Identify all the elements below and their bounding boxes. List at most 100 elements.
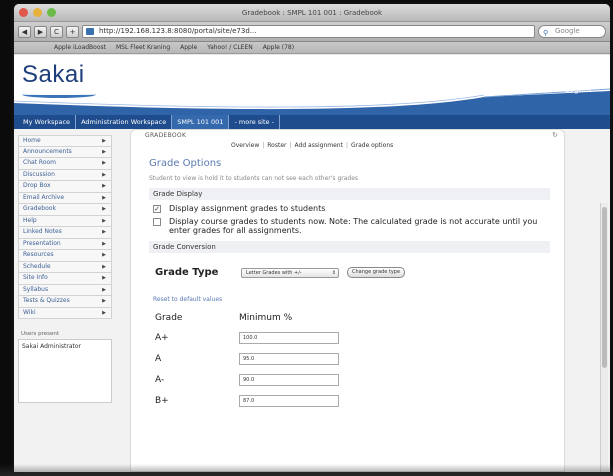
chevron-right-icon: ▶	[102, 240, 106, 247]
bookmark-item[interactable]: Apple	[180, 44, 197, 51]
scrollbar-thumb[interactable]	[602, 207, 607, 369]
window-title: Gradebook : SMPL 101 001 : Gradebook	[241, 8, 383, 17]
chevron-right-icon: ▶	[102, 206, 106, 212]
bookmark-item[interactable]: Yahoo! / CLEEN	[207, 44, 253, 51]
subnav-separator: |	[289, 142, 292, 149]
grade-letter: A	[155, 353, 162, 364]
grade-type-value: Letter Grades with +/-	[246, 269, 302, 276]
tool-menu-item[interactable]: Linked Notes ▶	[18, 227, 112, 239]
tool-menu-item[interactable]: Gradebook ▶	[18, 204, 112, 216]
tool-menu-item[interactable]: Drop Box ▶	[18, 181, 112, 193]
subnav-add-assignment[interactable]: Add assignment	[295, 142, 343, 149]
bookmark-item[interactable]: Apple (78)	[263, 44, 294, 51]
table-row: B+ 87.0	[149, 390, 489, 411]
tool-menu-item[interactable]: Home ▶	[18, 135, 112, 147]
address-bar[interactable]: http://192.168.123.8:8080/portal/site/e7…	[82, 25, 535, 38]
users-present-list: Sakai Administrator	[18, 339, 112, 403]
reload-button[interactable]: C	[50, 25, 63, 38]
add-bookmark-button[interactable]: +	[66, 25, 79, 38]
subnav-separator: |	[345, 142, 348, 149]
page-scrollbar[interactable]	[600, 203, 608, 472]
tool-menu-item[interactable]: Site Info ▶	[18, 273, 112, 285]
tool-menu-label: Home	[23, 137, 41, 144]
tool-menu-label: Announcements	[23, 147, 72, 155]
grade-letter: B+	[155, 395, 169, 406]
table-row: A+ 100.0	[149, 327, 489, 348]
tool-menu-item[interactable]: Presentation ▶	[18, 238, 112, 250]
grade-conversion-header: Grade Conversion	[149, 241, 550, 253]
tool-menu-item[interactable]: Email Archive ▶	[18, 192, 112, 204]
chevron-right-icon: ▶	[102, 286, 106, 293]
tool-menu-item[interactable]: Chat Room ▶	[18, 158, 112, 170]
tool-menu-label: Tests & Quizzes	[23, 297, 70, 304]
tool-menu-label: Chat Room	[23, 159, 57, 166]
subnav-separator: |	[262, 142, 265, 149]
header-wave-band	[14, 88, 610, 115]
tool-menu-item[interactable]: Wiki ▶	[18, 307, 112, 319]
table-row: A- 90.0	[149, 369, 489, 390]
tool-menu-item[interactable]: Discussion ▶	[18, 169, 112, 181]
chevron-right-icon: ▶	[102, 148, 106, 155]
chevron-right-icon: ▶	[102, 160, 106, 166]
minimum-percent-input[interactable]: 87.0	[239, 394, 339, 407]
grade-type-label: Grade Type	[155, 267, 219, 278]
tool-menu: Home ▶ Announcements ▶ Chat Room ▶ Discussion ▶…	[18, 135, 112, 403]
grade-type-select[interactable]: Letter Grades with +/- ⇕	[241, 267, 339, 278]
chevron-right-icon: ▶	[102, 275, 106, 281]
reset-tool-icon[interactable]: ↻	[552, 131, 558, 139]
minimum-percent-input[interactable]: 100.0	[239, 331, 339, 344]
course-grades-option: Display course grades to students now. N…	[149, 217, 550, 235]
grade-type-row: Grade Type Letter Grades with +/- ⇕ Chan…	[149, 267, 550, 278]
tool-menu-item[interactable]: Resources ▶	[18, 250, 112, 262]
gradebook-portlet: GRADEBOOK ↻ Overview | Roster | Add assignme…	[130, 129, 565, 472]
logo-swoosh-icon	[22, 91, 96, 98]
screenshot-frame: Gradebook : SMPL 101 001 : Gradebook ◀ ▶…	[0, 0, 613, 476]
assignment-grades-label: Display assignment grades to students	[169, 204, 326, 213]
tab-more-sites[interactable]: - more site -	[229, 115, 280, 129]
assignment-grades-option: ✓ Display assignment grades to students	[149, 204, 550, 213]
page-body: Home ▶ Announcements ▶ Chat Room ▶ Discussion ▶…	[14, 129, 610, 472]
table-header: Grade Minimum %	[149, 313, 489, 327]
bookmarks-bar: Apple iLoadBoost MSL Fleet Kraning Apple…	[14, 42, 610, 54]
search-field[interactable]: ⚲ Google	[538, 25, 606, 38]
web-page: Sakai Logout My Workspace Administration…	[14, 55, 610, 472]
subnav-roster[interactable]: Roster	[267, 142, 286, 149]
grade-letter: A+	[155, 332, 169, 343]
bookmark-item[interactable]: MSL Fleet Kraning	[116, 44, 170, 51]
tool-menu-item[interactable]: Help ▶	[18, 215, 112, 227]
subnav-overview[interactable]: Overview	[231, 142, 259, 149]
back-button[interactable]: ◀	[18, 25, 31, 38]
tool-menu-item[interactable]: Syllabus ▶	[18, 284, 112, 296]
course-grades-checkbox[interactable]	[153, 218, 161, 226]
tool-menu-label: Wiki	[23, 308, 36, 316]
grade-options-form: Grade Options Student to view is hold it…	[149, 158, 550, 411]
tool-menu-label: Presentation	[23, 239, 61, 247]
tool-menu-label: Resources	[23, 251, 54, 258]
bookmark-item[interactable]: Apple iLoadBoost	[54, 44, 106, 51]
sakai-logo[interactable]: Sakai	[22, 61, 85, 89]
tab-my-workspace[interactable]: My Workspace	[18, 115, 77, 129]
tool-menu-label: Syllabus	[23, 285, 49, 293]
minimum-percent-input[interactable]: 95.0	[239, 352, 339, 365]
tool-menu-label: Email Archive	[23, 193, 65, 201]
chevron-down-icon: ⇕	[331, 269, 336, 276]
grade-display-header: Grade Display	[149, 188, 550, 200]
reset-defaults-link[interactable]: Reset to default values	[149, 296, 550, 303]
forward-button[interactable]: ▶	[34, 25, 47, 38]
tab-smpl-101[interactable]: SMPL 101 001	[172, 115, 230, 129]
instructions-text: Student to view is hold it to students c…	[149, 175, 359, 182]
search-placeholder: Google	[555, 27, 580, 35]
assignment-grades-checkbox[interactable]: ✓	[153, 205, 161, 213]
chevron-right-icon: ▶	[102, 171, 106, 178]
tool-menu-item[interactable]: Schedule ▶	[18, 261, 112, 273]
table-row: A 95.0	[149, 348, 489, 369]
chevron-right-icon: ▶	[102, 252, 106, 258]
logout-link[interactable]: Logout	[565, 85, 592, 94]
tab-admin-workspace[interactable]: Administration Workspace	[76, 115, 173, 129]
minimum-percent-input[interactable]: 90.0	[239, 373, 339, 386]
browser-window: Gradebook : SMPL 101 001 : Gradebook ◀ ▶…	[14, 4, 610, 472]
change-grade-type-button[interactable]: Change grade type	[347, 267, 406, 278]
grade-rows: A+ 100.0 A 95.0 A- 90.0 B+ 87.0	[149, 327, 489, 411]
tool-menu-item[interactable]: Announcements ▶	[18, 146, 112, 158]
tool-menu-item[interactable]: Tests & Quizzes ▶	[18, 296, 112, 308]
